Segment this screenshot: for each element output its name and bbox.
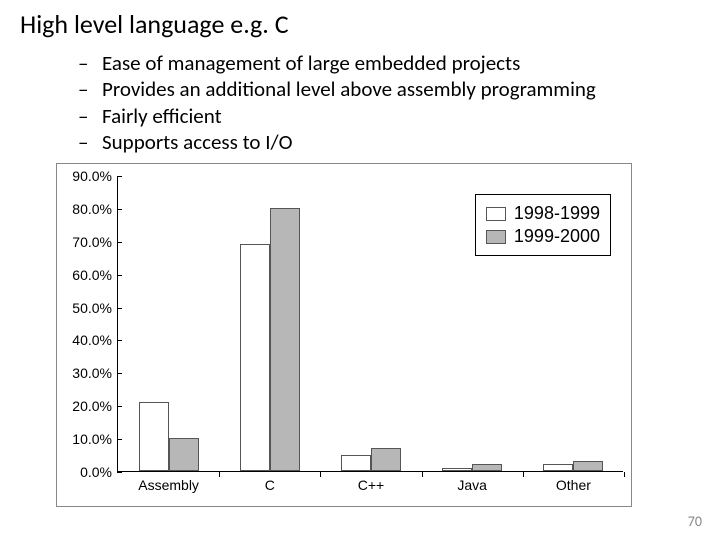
bar: [371, 448, 401, 471]
bar-chart: 1998-1999 1999-2000 0.0% 10.0% 20.0% 30.0% 4…: [56, 163, 632, 507]
list-item: –Supports access to I/O: [78, 129, 700, 155]
bar: [270, 208, 300, 471]
x-axis-label: C: [215, 477, 325, 493]
bar: [169, 438, 199, 471]
bar: [139, 402, 169, 471]
bar: [472, 464, 502, 471]
legend-label: 1998-1999: [514, 203, 600, 224]
legend-item: 1999-2000: [486, 226, 600, 247]
bar: [442, 468, 472, 471]
y-axis-tick: 10.0%: [68, 431, 112, 447]
bar: [240, 244, 270, 471]
y-axis-tick: 0.0%: [68, 464, 112, 480]
y-axis-tick: 30.0%: [68, 365, 112, 381]
list-item: –Ease of management of large embedded pr…: [78, 50, 700, 76]
list-item: –Provides an additional level above asse…: [78, 76, 700, 102]
bar: [341, 455, 371, 471]
bullet-list: –Ease of management of large embedded pr…: [78, 50, 700, 155]
x-axis-label: C++: [316, 477, 426, 493]
legend: 1998-1999 1999-2000: [475, 194, 611, 256]
y-axis-tick: 40.0%: [68, 332, 112, 348]
x-axis-label: Java: [417, 477, 527, 493]
bar: [573, 461, 603, 471]
x-axis-label: Assembly: [114, 477, 224, 493]
slide-title: High level language e.g. C: [20, 8, 700, 40]
legend-swatch-icon: [486, 207, 506, 221]
y-axis-tick: 70.0%: [68, 234, 112, 250]
bar: [543, 464, 573, 471]
legend-item: 1998-1999: [486, 203, 600, 224]
legend-label: 1999-2000: [514, 226, 600, 247]
y-axis-tick: 20.0%: [68, 398, 112, 414]
y-axis-tick: 80.0%: [68, 201, 112, 217]
y-axis-tick: 90.0%: [68, 168, 112, 184]
page-number: 70: [688, 513, 702, 530]
x-axis-label: Other: [518, 477, 628, 493]
legend-swatch-icon: [486, 230, 506, 244]
list-item: –Fairly efficient: [78, 103, 700, 129]
y-axis-tick: 50.0%: [68, 300, 112, 316]
y-axis-tick: 60.0%: [68, 267, 112, 283]
